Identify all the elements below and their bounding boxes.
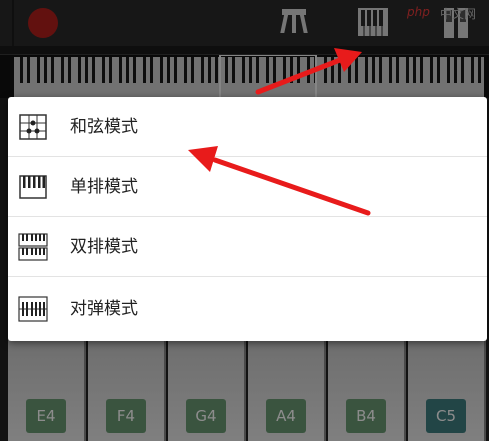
chord-grid-icon (19, 114, 47, 140)
single-row-keyboard-icon (19, 175, 47, 199)
menu-item-label: 和弦模式 (70, 117, 138, 137)
menu-item-label: 单排模式 (70, 177, 138, 197)
menu-item-double-row-mode[interactable]: 双排模式 (8, 217, 487, 277)
menu-item-chord-mode[interactable]: 和弦模式 (8, 97, 487, 157)
duet-keyboard-icon (18, 296, 48, 322)
menu-item-label: 双排模式 (70, 237, 138, 257)
menu-item-duet-mode[interactable]: 对弹模式 (8, 277, 487, 341)
menu-item-single-row-mode[interactable]: 单排模式 (8, 157, 487, 217)
mode-menu: 和弦模式 单排模式 双排模式 对弹模式 (8, 97, 487, 341)
double-row-keyboard-icon (18, 233, 48, 261)
menu-item-label: 对弹模式 (70, 299, 138, 319)
